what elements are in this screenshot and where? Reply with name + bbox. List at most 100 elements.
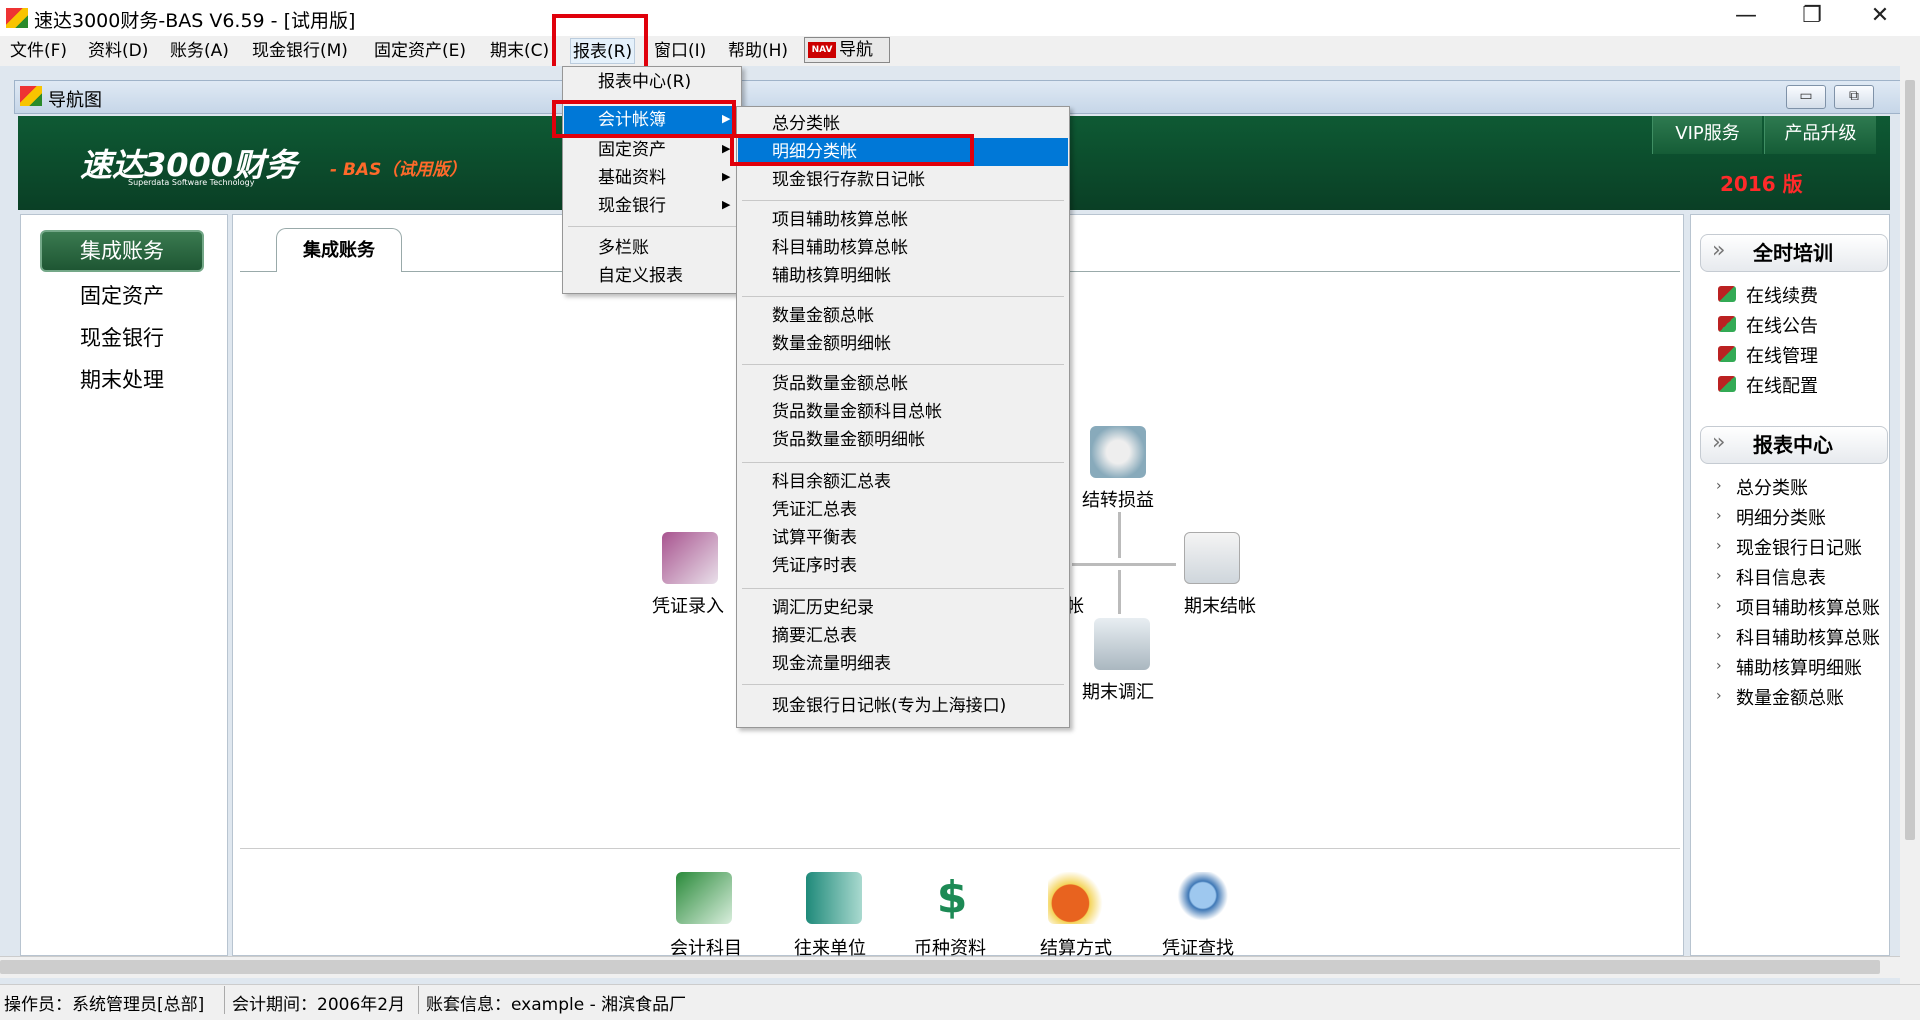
period-close-icon[interactable] (1184, 532, 1240, 584)
report-link-cash-journal[interactable]: 现金银行日记账 (1736, 534, 1862, 560)
menu-fixed-assets[interactable]: 固定资产(E) (372, 38, 468, 64)
menu-separator (742, 684, 1064, 685)
logo-subtitle: Superdata Software Technology (128, 178, 255, 187)
annotation-box-detail-ledger (730, 134, 974, 166)
online-renew-link[interactable]: 在线续费 (1746, 282, 1818, 308)
report-center-header[interactable]: 报表中心 (1700, 426, 1888, 464)
menu-help[interactable]: 帮助(H) (726, 38, 790, 64)
period-adjust-icon[interactable] (1094, 618, 1150, 670)
left-nav-period-end[interactable]: 期末处理 (80, 364, 164, 394)
menu-item-basic-data[interactable]: 基础资料 (598, 164, 666, 192)
submenu-qty-amount-ledger[interactable]: 数量金额总帐 (772, 302, 874, 330)
annotation-box-account-books (552, 100, 736, 138)
voucher-entry-icon[interactable] (662, 532, 718, 584)
report-link-account-info[interactable]: 科目信息表 (1736, 564, 1826, 590)
submenu-voucher-summary[interactable]: 凭证汇总表 (772, 496, 857, 524)
report-link-aux-detail[interactable]: 辅助核算明细账 (1736, 654, 1862, 680)
submenu-project-aux-ledger[interactable]: 项目辅助核算总帐 (772, 206, 908, 234)
submenu-arrow-icon: ▶ (722, 170, 731, 183)
transfer-pl-icon[interactable] (1090, 426, 1146, 478)
window-title: 速达3000财务-BAS V6.59 - [试用版] (34, 10, 356, 32)
currency-icon[interactable]: $ (924, 872, 980, 924)
menu-separator (568, 226, 736, 227)
report-link-account-aux-ledger[interactable]: 科目辅助核算总账 (1736, 624, 1880, 650)
submenu-cash-deposit-journal[interactable]: 现金银行存款日记帐 (772, 166, 925, 194)
menu-item-custom-report[interactable]: 自定义报表 (598, 262, 683, 290)
report-link-general-ledger[interactable]: 总分类账 (1736, 474, 1808, 500)
submenu-trial-balance[interactable]: 试算平衡表 (772, 524, 857, 552)
left-nav-fixed-assets[interactable]: 固定资产 (80, 280, 164, 310)
chevron-right-icon: › (1716, 478, 1722, 494)
report-link-project-aux-ledger[interactable]: 项目辅助核算总账 (1736, 594, 1880, 620)
period-close-label[interactable]: 期末结帐 (1184, 592, 1256, 618)
submenu-aux-detail[interactable]: 辅助核算明细帐 (772, 262, 891, 290)
menu-period-end[interactable]: 期末(C) (488, 38, 551, 64)
online-notice-link[interactable]: 在线公告 (1746, 312, 1818, 338)
report-link-qty-amount-ledger[interactable]: 数量金额总账 (1736, 684, 1844, 710)
period-adjust-label[interactable]: 期末调汇 (1082, 678, 1154, 704)
chevron-right-icon: › (1716, 538, 1722, 554)
training-header[interactable]: 全时培训 (1700, 234, 1888, 272)
submenu-goods-qty-ledger[interactable]: 货品数量金额总帐 (772, 370, 908, 398)
left-nav-integrated-accounting[interactable]: 集成账务 (40, 230, 204, 272)
submenu-cash-flow-detail[interactable]: 现金流量明细表 (772, 650, 891, 678)
status-operator: 操作员：系统管理员[总部] (4, 995, 205, 1015)
version-year: 2016 版 (1720, 172, 1803, 196)
voucher-entry-label[interactable]: 凭证录入 (652, 592, 724, 618)
menu-item-multi-column[interactable]: 多栏账 (598, 234, 649, 262)
expand-chevron-icon: » (1712, 238, 1726, 263)
online-manage-link[interactable]: 在线管理 (1746, 342, 1818, 368)
menu-accounts[interactable]: 账务(A) (168, 38, 231, 64)
minimize-button[interactable]: — (1716, 0, 1776, 34)
menu-separator (742, 588, 1064, 589)
submenu-voucher-chronological[interactable]: 凭证序时表 (772, 552, 857, 580)
online-config-link[interactable]: 在线配置 (1746, 372, 1818, 398)
submenu-goods-qty-detail[interactable]: 货品数量金额明细帐 (772, 426, 925, 454)
flow-arrow-from-transfer (1118, 512, 1121, 558)
menu-item-fixed-assets[interactable]: 固定资产 (598, 136, 666, 164)
menu-data[interactable]: 资料(D) (86, 38, 150, 64)
online-notice-icon (1718, 316, 1736, 332)
inner-minimize-button[interactable]: ▭ (1786, 85, 1826, 109)
submenu-arrow-icon: ▶ (722, 198, 731, 211)
settlement-icon[interactable] (1048, 872, 1104, 924)
submenu-balance-summary[interactable]: 科目余额汇总表 (772, 468, 891, 496)
menu-item-report-center[interactable]: 报表中心(R) (598, 68, 691, 96)
vip-service-button[interactable]: VIP服务 (1652, 116, 1762, 154)
menu-file[interactable]: 文件(F) (8, 38, 69, 64)
left-nav-cash-bank[interactable]: 现金银行 (80, 322, 164, 352)
expand-chevron-icon: » (1712, 430, 1726, 455)
report-link-detail-ledger[interactable]: 明细分类账 (1736, 504, 1826, 530)
submenu-qty-amount-detail[interactable]: 数量金额明细帐 (772, 330, 891, 358)
menu-separator (742, 296, 1064, 297)
horizontal-scroll-thumb[interactable] (0, 960, 1880, 974)
submenu-account-aux-ledger[interactable]: 科目辅助核算总帐 (772, 234, 908, 262)
submenu-goods-qty-account-ledger[interactable]: 货品数量金额科目总帐 (772, 398, 942, 426)
menu-item-cash-bank[interactable]: 现金银行 (598, 192, 666, 220)
submenu-cash-journal-shanghai[interactable]: 现金银行日记帐(专为上海接口) (772, 692, 1006, 720)
maximize-button[interactable]: ❐ (1782, 0, 1842, 34)
chart-of-accounts-icon[interactable] (676, 872, 732, 924)
voucher-search-icon[interactable] (1172, 872, 1228, 924)
inner-restore-button[interactable]: ⧉ (1834, 85, 1874, 109)
transfer-pl-label[interactable]: 结转损益 (1082, 486, 1154, 512)
submenu-fx-adjust-history[interactable]: 调汇历史纪录 (772, 594, 874, 622)
status-divider (224, 986, 225, 1014)
upgrade-button[interactable]: 产品升级 (1764, 116, 1876, 154)
chevron-right-icon: › (1716, 568, 1722, 584)
bottom-separator (240, 848, 1680, 849)
submenu-summary-report[interactable]: 摘要汇总表 (772, 622, 857, 650)
tab-integrated-accounting[interactable]: 集成账务 (276, 228, 402, 272)
online-renew-icon (1718, 286, 1736, 302)
inner-window-title: 导航图 (48, 90, 102, 111)
menu-cash-bank[interactable]: 现金银行(M) (250, 38, 350, 64)
annotation-box-reports-menu (552, 14, 648, 70)
contacts-icon[interactable] (806, 872, 862, 924)
nav-icon: NAV (808, 42, 836, 58)
chevron-right-icon: › (1716, 628, 1722, 644)
vertical-scroll-thumb[interactable] (1905, 80, 1915, 840)
chevron-right-icon: › (1716, 688, 1722, 704)
menu-window[interactable]: 窗口(I) (652, 38, 708, 64)
menu-separator (742, 200, 1064, 201)
close-button[interactable]: ✕ (1850, 0, 1910, 34)
